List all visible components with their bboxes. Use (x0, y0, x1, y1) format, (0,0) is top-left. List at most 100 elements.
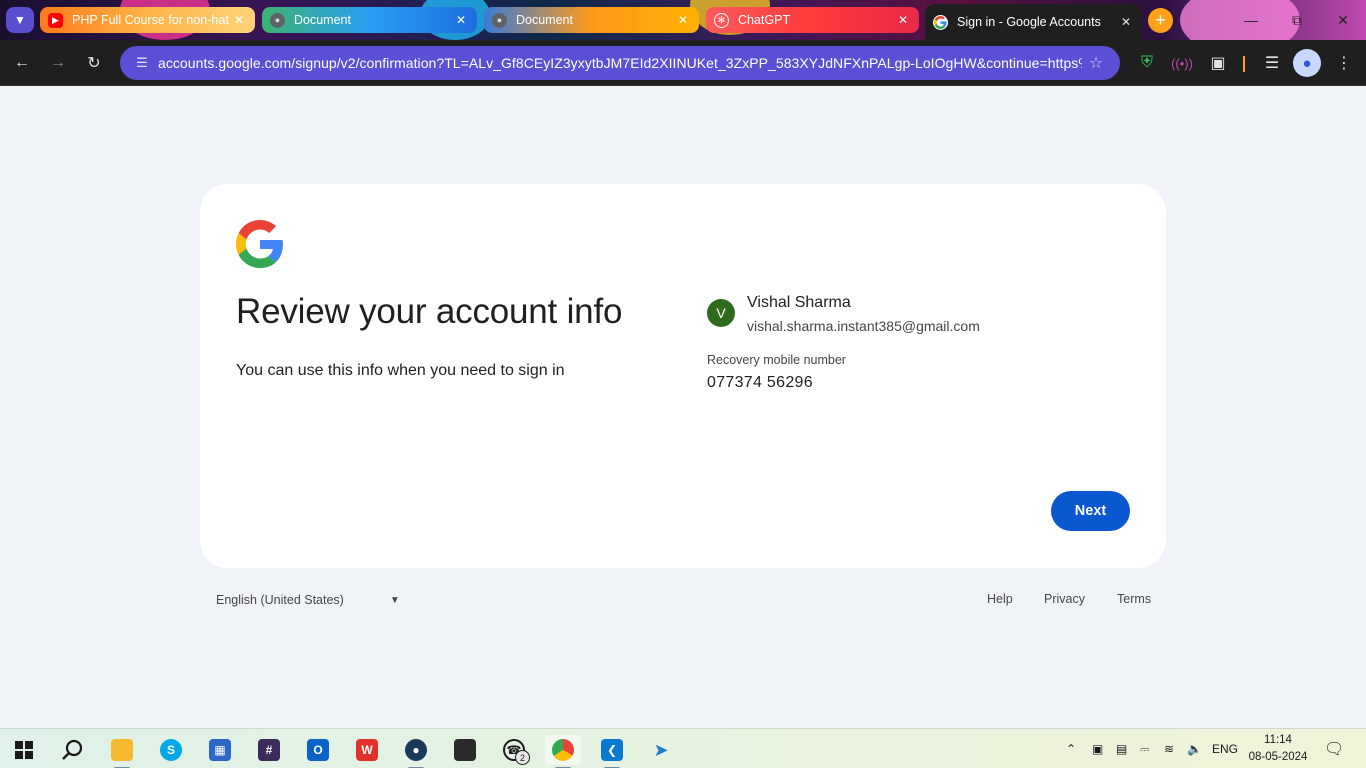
new-tab-button[interactable]: + (1148, 8, 1173, 33)
profile-button[interactable]: ● (1292, 48, 1322, 78)
shield-icon: ⛨ (1140, 54, 1153, 71)
playlist-icon: ☰ (1264, 55, 1280, 72)
folder-icon (111, 739, 133, 761)
tray-meet-icon[interactable]: ▣ (1092, 729, 1103, 768)
help-link[interactable]: Help (987, 592, 1013, 606)
wifi-icon: ≋ (1164, 742, 1175, 756)
notification-badge: 2 (515, 750, 530, 765)
profile-avatar-icon: ● (1293, 49, 1321, 77)
tray-battery[interactable]: ⎓ (1140, 729, 1150, 768)
forward-button[interactable]: → (43, 48, 73, 78)
camera-icon: ▣ (1092, 742, 1104, 756)
start-button[interactable] (6, 735, 42, 765)
skype-icon: S (160, 739, 182, 761)
taskbar-blue-app[interactable]: ➤ (643, 735, 679, 765)
taskbar-wps[interactable]: W (349, 735, 385, 765)
penguin-icon: ● (405, 739, 427, 761)
taskbar-chrome[interactable] (545, 735, 581, 768)
close-icon: ✕ (1337, 11, 1349, 28)
globe-icon: ● (492, 12, 507, 28)
recovery-phone-value: 077374 56296 (707, 374, 813, 391)
taskbar-penguin-app[interactable]: ● (398, 735, 434, 768)
tab-title: ChatGPT (738, 13, 791, 27)
next-button[interactable]: Next (1051, 491, 1130, 531)
notification-center-button[interactable]: 🗨 (1324, 729, 1344, 768)
taskbar-file-explorer[interactable] (104, 735, 140, 768)
chevron-up-icon: ⌃ (1066, 742, 1077, 756)
clock-time: 11:14 (1264, 734, 1292, 746)
address-bar[interactable]: ☰ accounts.google.com/signup/v2/confirma… (120, 46, 1120, 80)
minimize-button[interactable]: — (1228, 0, 1274, 40)
tab-title: Document (516, 13, 573, 27)
tray-volume[interactable]: 🔈 (1187, 729, 1202, 768)
tab-youtube[interactable]: ▶ PHP Full Course for non-hat ✕ (40, 7, 255, 33)
taskbar-sticky-notes[interactable] (447, 735, 483, 765)
tray-wifi[interactable]: ≋ (1164, 729, 1174, 768)
tab-document-1[interactable]: ● Document ✕ (262, 7, 477, 33)
speaker-icon: 🔈 (1187, 742, 1202, 756)
tray-app-icon[interactable]: ▤ (1116, 729, 1127, 768)
restore-icon: ⧉ (1292, 11, 1302, 28)
tab-chatgpt[interactable]: ✻ ChatGPT ✕ (706, 7, 919, 33)
privacy-link[interactable]: Privacy (1044, 592, 1085, 606)
taskbar-vscode[interactable]: ❮ (594, 735, 630, 768)
reload-button[interactable]: ↻ (79, 48, 109, 78)
close-icon[interactable]: ✕ (453, 13, 469, 27)
close-icon[interactable]: ✕ (675, 13, 691, 27)
show-hidden-icons-button[interactable]: ⌃ (1066, 729, 1076, 768)
extension-broadcast-button[interactable]: ((•)) (1167, 48, 1197, 78)
tab-google-signin[interactable]: Sign in - Google Accounts ✕ (925, 4, 1142, 40)
app-window-icon: ▤ (1116, 742, 1128, 756)
google-logo-icon (236, 220, 283, 268)
restore-button[interactable]: ⧉ (1274, 0, 1320, 40)
close-window-button[interactable]: ✕ (1320, 0, 1366, 40)
language-selector[interactable]: English (United States) ▼ (216, 588, 400, 612)
tab-search-button[interactable]: ▼ (6, 7, 34, 33)
battery-plug-icon: ⎓ (1140, 741, 1150, 756)
taskbar-clock[interactable]: 11:14 08-05-2024 (1248, 732, 1308, 766)
caret-down-icon: ▼ (389, 594, 400, 606)
url-text[interactable]: accounts.google.com/signup/v2/confirmati… (158, 55, 1082, 71)
browser-toolbar: ← → ↻ ☰ accounts.google.com/signup/v2/co… (0, 40, 1366, 86)
media-control-button[interactable]: ☰ (1257, 48, 1287, 78)
broadcast-icon: ((•)) (1171, 55, 1193, 71)
taskbar-skype[interactable]: S (153, 735, 189, 765)
taskbar-outlook[interactable]: O (300, 735, 336, 765)
arrow-right-icon: → (50, 54, 66, 71)
taskbar-store[interactable]: ▦ (202, 735, 238, 765)
wps-office-icon: W (356, 739, 378, 761)
plus-icon: + (1155, 10, 1166, 30)
site-settings-icon[interactable]: ☰ (128, 49, 156, 77)
browser-tab-strip: ▼ ▶ PHP Full Course for non-hat ✕ ● Docu… (0, 0, 1366, 40)
terms-link[interactable]: Terms (1117, 592, 1151, 606)
globe-icon: ● (270, 12, 285, 28)
back-button[interactable]: ← (7, 48, 37, 78)
page-subtitle: You can use this info when you need to s… (236, 362, 565, 379)
chat-bubble-icon: 🗨 (1324, 741, 1345, 758)
extensions-button[interactable]: ▣ (1203, 48, 1233, 78)
toolbar-divider (1243, 56, 1245, 72)
extension-shield-button[interactable]: ⛨ (1132, 48, 1162, 78)
reload-icon: ↻ (87, 55, 101, 72)
slack-icon: # (258, 739, 280, 761)
tab-title: Document (294, 13, 351, 27)
close-icon[interactable]: ✕ (895, 13, 911, 27)
close-icon[interactable]: ✕ (1118, 15, 1134, 29)
google-icon (933, 14, 948, 30)
taskbar-slack[interactable]: # (251, 735, 287, 765)
arrow-left-icon: ← (14, 54, 30, 71)
bookmark-star-icon[interactable]: ☆ (1082, 53, 1110, 73)
language-indicator[interactable]: ENG (1212, 729, 1238, 768)
menu-button[interactable]: ⋮ (1329, 48, 1359, 78)
puzzle-icon: ▣ (1210, 55, 1226, 72)
chevron-down-icon: ▼ (14, 13, 26, 27)
taskbar-whatsapp[interactable]: ☎ 2 (496, 735, 532, 765)
minimize-icon: — (1244, 12, 1258, 28)
search-icon (62, 739, 83, 760)
windows-taskbar: S ▦ # O W ● ☎ 2 ❮ ➤ ⌃ ▣ ▤ ⎓ ≋ 🔈 ENG 11:1… (0, 728, 1366, 768)
chrome-icon (552, 739, 574, 761)
tab-document-2[interactable]: ● Document ✕ (484, 7, 699, 33)
search-button[interactable] (54, 735, 90, 765)
close-icon[interactable]: ✕ (231, 13, 247, 27)
account-email: vishal.sharma.instant385@gmail.com (747, 318, 980, 334)
